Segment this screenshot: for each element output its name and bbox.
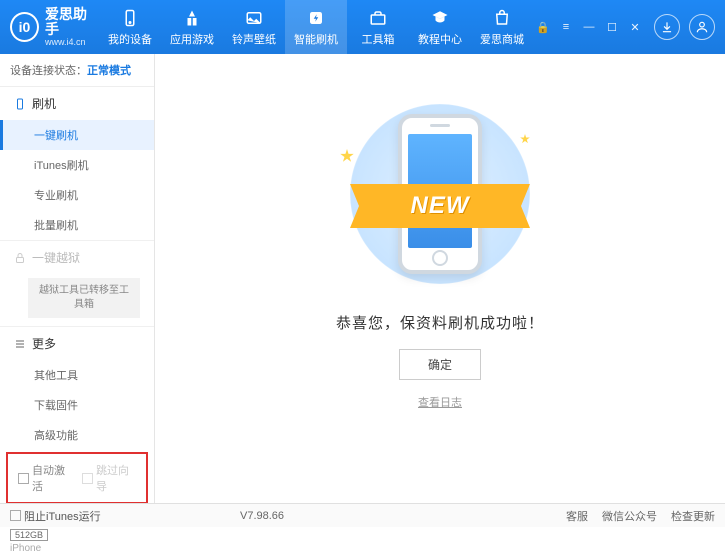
lock-icon[interactable]: 🔒 <box>533 18 553 36</box>
titlebar: i0 爱思助手 www.i4.cn 我的设备 应用游戏 铃声壁纸 智能刷机 工具… <box>0 0 725 54</box>
section-more[interactable]: 更多 <box>0 327 154 360</box>
flash-icon <box>306 8 326 28</box>
new-ribbon: NEW <box>350 184 530 228</box>
checkbox-label: 阻止iTunes运行 <box>24 508 101 524</box>
user-icon[interactable] <box>689 14 715 40</box>
nav-ringtones[interactable]: 铃声壁纸 <box>223 0 285 54</box>
sidebar-item-pro[interactable]: 专业刷机 <box>0 180 154 210</box>
app-name: 爱思助手 <box>45 7 99 38</box>
checkbox-label: 跳过向导 <box>96 462 136 494</box>
graduation-icon <box>430 8 450 28</box>
lock-icon <box>14 252 26 264</box>
skip-guide-checkbox[interactable]: 跳过向导 <box>82 462 136 494</box>
device-type: iPhone <box>10 543 144 554</box>
window-controls: 🔒 ≡ — ☐ ✕ <box>533 14 715 40</box>
ok-button[interactable]: 确定 <box>399 349 481 380</box>
sidebar-item-batch[interactable]: 批量刷机 <box>0 210 154 240</box>
nav-label: 智能刷机 <box>294 31 338 47</box>
sidebar-item-itunes[interactable]: iTunes刷机 <box>0 150 154 180</box>
phone-icon <box>120 8 140 28</box>
apps-icon <box>182 8 202 28</box>
status-value: 正常模式 <box>87 65 131 77</box>
phone-icon <box>14 98 26 110</box>
image-icon <box>244 8 264 28</box>
connection-status: 设备连接状态：正常模式 <box>0 54 154 87</box>
jailbreak-note: 越狱工具已转移至工具箱 <box>28 278 140 318</box>
section-flash[interactable]: 刷机 <box>0 87 154 120</box>
main-content: NEW 恭喜您，保资料刷机成功啦！ 确定 查看日志 <box>155 54 725 503</box>
main-nav: 我的设备 应用游戏 铃声壁纸 智能刷机 工具箱 教程中心 爱思商城 <box>99 0 533 54</box>
nav-label: 工具箱 <box>362 31 395 47</box>
success-illustration: NEW <box>330 94 550 294</box>
view-log-link[interactable]: 查看日志 <box>418 394 462 410</box>
version-label: V7.98.66 <box>240 510 284 522</box>
section-title: 一键越狱 <box>32 249 80 266</box>
nav-shop[interactable]: 爱思商城 <box>471 0 533 54</box>
list-icon <box>14 338 26 350</box>
footer: 阻止iTunes运行 V7.98.66 客服 微信公众号 检查更新 <box>0 503 725 527</box>
success-message: 恭喜您，保资料刷机成功啦！ <box>336 312 544 333</box>
close-button[interactable]: ✕ <box>625 18 645 36</box>
device-capacity: 512GB <box>10 529 48 541</box>
menu-icon[interactable]: ≡ <box>556 18 576 36</box>
nav-label: 教程中心 <box>418 31 462 47</box>
nav-label: 我的设备 <box>108 31 152 47</box>
sidebar-item-download[interactable]: 下载固件 <box>0 390 154 420</box>
options-row: 自动激活 跳过向导 <box>6 452 148 504</box>
section-title: 刷机 <box>32 95 56 112</box>
footer-support[interactable]: 客服 <box>566 508 588 524</box>
sidebar-item-advanced[interactable]: 高级功能 <box>0 420 154 450</box>
toolbox-icon <box>368 8 388 28</box>
star-icon <box>340 149 354 163</box>
app-logo: i0 爱思助手 www.i4.cn <box>10 7 99 48</box>
sidebar-item-oneclick[interactable]: 一键刷机 <box>0 120 154 150</box>
nav-flash[interactable]: 智能刷机 <box>285 0 347 54</box>
section-jailbreak: 一键越狱 <box>0 241 154 274</box>
auto-activate-checkbox[interactable]: 自动激活 <box>18 462 72 494</box>
footer-update[interactable]: 检查更新 <box>671 508 715 524</box>
maximize-button[interactable]: ☐ <box>602 18 622 36</box>
nav-my-device[interactable]: 我的设备 <box>99 0 161 54</box>
star-icon <box>520 134 530 144</box>
section-title: 更多 <box>32 335 56 352</box>
app-url: www.i4.cn <box>45 37 99 47</box>
checkbox-label: 自动激活 <box>32 462 72 494</box>
nav-label: 铃声壁纸 <box>232 31 276 47</box>
nav-label: 爱思商城 <box>480 31 524 47</box>
status-label: 设备连接状态： <box>10 65 87 77</box>
nav-apps[interactable]: 应用游戏 <box>161 0 223 54</box>
sidebar-item-other[interactable]: 其他工具 <box>0 360 154 390</box>
shop-icon <box>492 8 512 28</box>
nav-toolbox[interactable]: 工具箱 <box>347 0 409 54</box>
block-itunes-checkbox[interactable]: 阻止iTunes运行 <box>10 508 101 524</box>
footer-wechat[interactable]: 微信公众号 <box>602 508 657 524</box>
sidebar: 设备连接状态：正常模式 刷机 一键刷机 iTunes刷机 专业刷机 批量刷机 一… <box>0 54 155 503</box>
logo-icon: i0 <box>10 12 39 42</box>
minimize-button[interactable]: — <box>579 18 599 36</box>
nav-label: 应用游戏 <box>170 31 214 47</box>
nav-tutorials[interactable]: 教程中心 <box>409 0 471 54</box>
download-icon[interactable] <box>654 14 680 40</box>
